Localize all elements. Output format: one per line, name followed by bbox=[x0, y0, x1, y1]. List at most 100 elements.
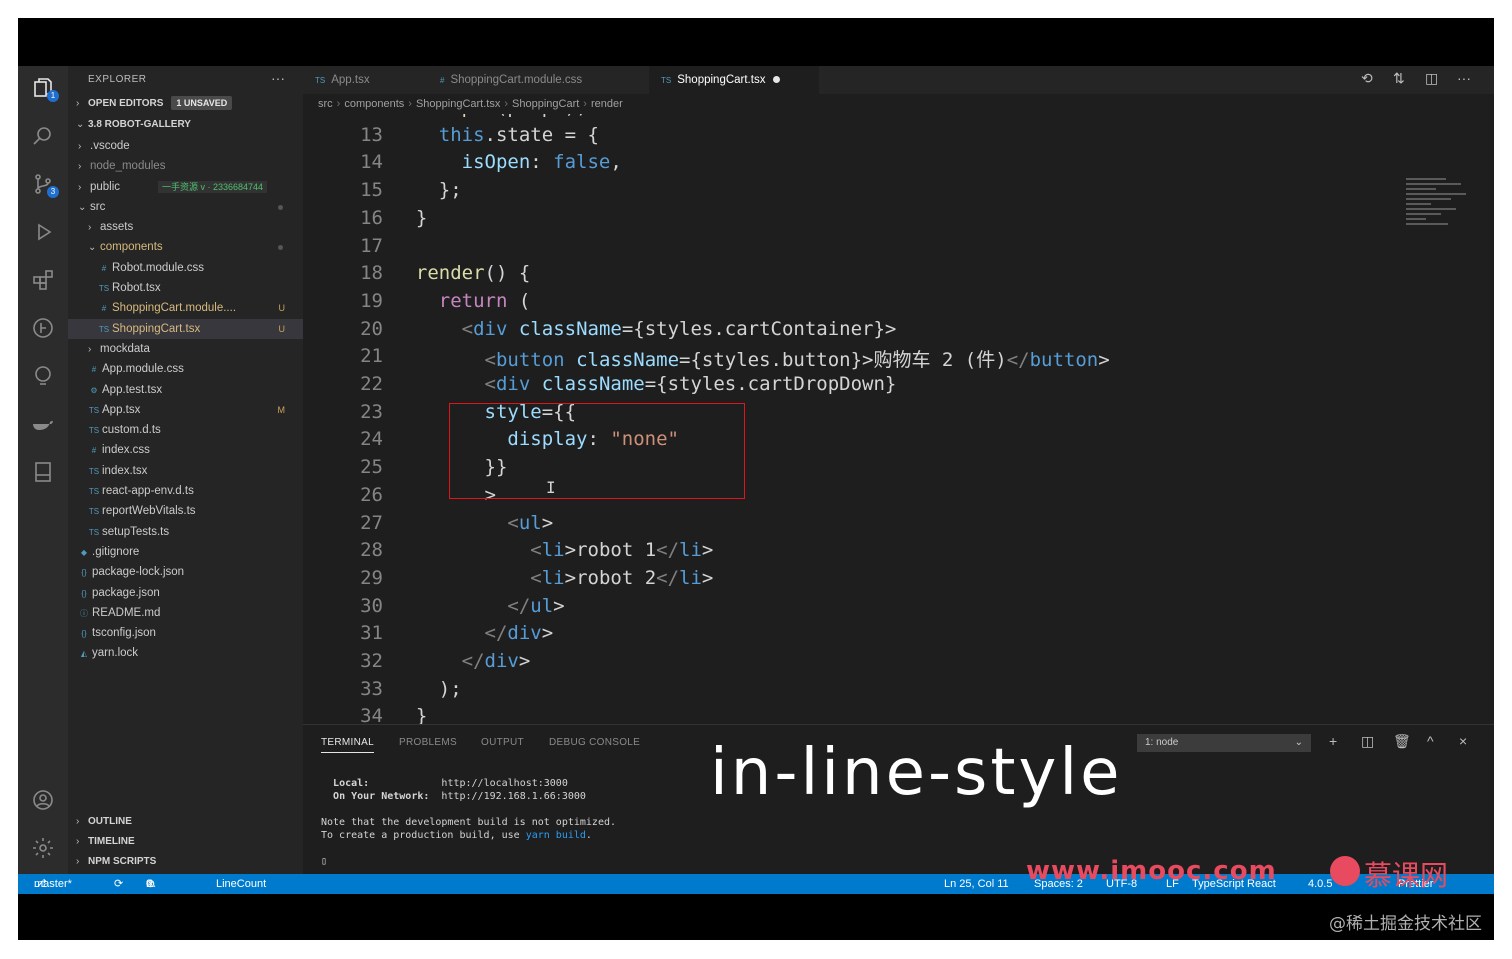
tree-item[interactable]: ⚙ App.test.tsx bbox=[68, 380, 303, 400]
breadcrumb-file[interactable]: ShoppingCart.tsx bbox=[416, 98, 500, 110]
tree-item[interactable]: {} tsconfig.json bbox=[68, 623, 303, 643]
timeline-section[interactable]: › TIMELINE bbox=[68, 832, 303, 852]
tree-item[interactable]: # index.css bbox=[68, 440, 303, 460]
tab-output[interactable]: OUTPUT bbox=[481, 737, 524, 748]
ts-version-status[interactable]: 4.0.5 bbox=[1308, 874, 1332, 894]
tree-item[interactable]: › assets bbox=[68, 217, 303, 237]
trash-icon[interactable]: 🗑 bbox=[1393, 733, 1411, 750]
code-line[interactable]: this.state = { bbox=[393, 124, 599, 146]
terminal-select[interactable]: 1: node ⌄ bbox=[1137, 734, 1311, 752]
code-line[interactable]: } bbox=[393, 705, 427, 724]
timeline-icon[interactable] bbox=[31, 316, 55, 340]
unsaved-count-badge: 1 bbox=[47, 90, 59, 102]
tree-item[interactable]: ◭ yarn.lock bbox=[68, 643, 303, 663]
ts-file-icon: TS bbox=[98, 284, 110, 294]
code-line[interactable]: <div className={styles.cartContainer}> bbox=[393, 318, 897, 340]
code-line[interactable]: <div className={styles.cartDropDown} bbox=[393, 373, 897, 395]
code-line[interactable]: <ul> bbox=[393, 512, 553, 534]
code-line[interactable]: </ul> bbox=[393, 595, 564, 617]
live-share-icon[interactable] bbox=[31, 364, 55, 388]
git-status-badge: U bbox=[278, 323, 286, 334]
tree-item[interactable]: TS App.tsx M bbox=[68, 400, 303, 420]
tree-item[interactable]: TS custom.d.ts bbox=[68, 420, 303, 440]
tree-item[interactable]: TS setupTests.ts bbox=[68, 522, 303, 542]
tree-item[interactable]: TS reportWebVitals.ts bbox=[68, 501, 303, 521]
json-file-icon: {} bbox=[81, 629, 87, 639]
tree-item[interactable]: {} package.json bbox=[68, 583, 303, 603]
chevron-right-icon: › bbox=[78, 141, 82, 152]
tree-item-label: index.tsx bbox=[102, 464, 148, 477]
chevron-right-icon: › bbox=[76, 836, 80, 847]
gear-icon[interactable] bbox=[31, 836, 55, 860]
extensions-icon[interactable] bbox=[31, 268, 55, 292]
tree-item[interactable]: TS ShoppingCart.tsx U bbox=[68, 318, 303, 339]
linecount-status[interactable]: LineCount bbox=[216, 874, 266, 894]
ts-file-icon: TS bbox=[88, 405, 100, 415]
tree-item[interactable]: # App.module.css bbox=[68, 359, 303, 379]
minimap[interactable] bbox=[1406, 178, 1476, 248]
search-icon[interactable] bbox=[31, 124, 55, 148]
account-icon[interactable] bbox=[31, 788, 55, 812]
code-line[interactable]: <li>robot 1</li> bbox=[393, 539, 713, 561]
code-line[interactable]: </div> bbox=[393, 622, 554, 644]
outline-section[interactable]: › OUTLINE bbox=[68, 812, 303, 832]
code-line[interactable]: <button className={styles.button}>购物车 2 … bbox=[393, 345, 1110, 372]
tree-item[interactable]: › mockdata bbox=[68, 339, 303, 359]
chevron-down-icon: ⌄ bbox=[78, 201, 87, 213]
code-line[interactable]: return ( bbox=[393, 290, 531, 312]
run-debug-icon[interactable] bbox=[31, 220, 55, 244]
cursor-position[interactable]: Ln 25, Col 11 bbox=[944, 874, 1009, 894]
tree-item[interactable]: # ShoppingCart.module.... U bbox=[68, 298, 303, 318]
tab-terminal[interactable]: TERMINAL bbox=[321, 737, 374, 753]
code-line[interactable]: }; bbox=[393, 179, 462, 201]
line-number: 34 bbox=[360, 705, 383, 724]
tab-app-tsx[interactable]: TS App.tsx bbox=[303, 66, 428, 94]
tree-item[interactable]: › .vscode bbox=[68, 136, 303, 156]
npm-scripts-section[interactable]: › NPM SCRIPTS bbox=[68, 852, 303, 872]
tab-problems[interactable]: PROBLEMS bbox=[399, 737, 457, 748]
tab-shoppingcart-module-css[interactable]: # ShoppingCart.module.css bbox=[428, 66, 648, 94]
compare-changes-icon[interactable]: ⇅ bbox=[1393, 70, 1405, 87]
tree-item[interactable]: ◆ .gitignore bbox=[68, 542, 303, 562]
more-actions-icon[interactable]: ··· bbox=[271, 70, 285, 86]
sync-icon[interactable]: ⟳ bbox=[114, 874, 123, 894]
new-terminal-icon[interactable]: + bbox=[1329, 733, 1337, 749]
tree-item[interactable]: TS index.tsx bbox=[68, 461, 303, 481]
breadcrumb-src[interactable]: src bbox=[318, 98, 333, 110]
code-line[interactable]: isOpen: false, bbox=[393, 151, 622, 173]
tree-item[interactable]: ⌄ components bbox=[68, 237, 303, 257]
source-control-icon[interactable]: 3 bbox=[31, 172, 59, 198]
more-actions-icon[interactable]: ··· bbox=[1457, 70, 1471, 86]
split-editor-icon[interactable]: ◫ bbox=[1425, 70, 1438, 87]
breadcrumb-method[interactable]: render bbox=[591, 98, 623, 110]
highlight-box bbox=[449, 403, 745, 499]
split-terminal-icon[interactable]: ◫ bbox=[1361, 733, 1374, 750]
breadcrumb-class[interactable]: ShoppingCart bbox=[512, 98, 579, 110]
project-section[interactable]: ⌄ 3.8 ROBOT-GALLERY bbox=[68, 115, 303, 135]
tab-debug-console[interactable]: DEBUG CONSOLE bbox=[549, 737, 640, 748]
tab-shoppingcart-tsx[interactable]: TS ShoppingCart.tsx bbox=[649, 66, 819, 94]
code-line[interactable]: </div> bbox=[393, 650, 531, 672]
terminal-output[interactable]: Local: http://localhost:3000 On Your Net… bbox=[321, 777, 616, 868]
tree-item[interactable]: › public 一手资源 v · 2336684744 bbox=[68, 177, 303, 197]
explorer-icon[interactable]: 1 bbox=[31, 76, 59, 102]
open-editors-section[interactable]: › OPEN EDITORS 1 UNSAVED bbox=[68, 94, 303, 114]
breadcrumb-components[interactable]: components bbox=[344, 98, 404, 110]
tree-item[interactable]: # Robot.module.css bbox=[68, 258, 303, 278]
history-icon[interactable]: ⟲ bbox=[1361, 70, 1373, 87]
tree-item[interactable]: TS react-app-env.d.ts bbox=[68, 481, 303, 501]
code-line[interactable]: ); bbox=[393, 678, 462, 700]
close-icon[interactable]: × bbox=[1459, 733, 1467, 749]
tree-item[interactable]: ⓘ README.md bbox=[68, 603, 303, 623]
code-line[interactable]: <li>robot 2</li> bbox=[393, 567, 713, 589]
tree-item[interactable]: ⌄ src bbox=[68, 197, 303, 217]
chevron-up-icon[interactable]: ^ bbox=[1427, 733, 1434, 749]
docker-icon[interactable] bbox=[31, 412, 55, 436]
code-line[interactable]: } bbox=[393, 207, 427, 229]
book-icon[interactable] bbox=[31, 460, 55, 484]
tree-item[interactable]: {} package-lock.json bbox=[68, 562, 303, 582]
code-line[interactable]: render() { bbox=[393, 262, 530, 284]
tree-item[interactable]: TS Robot.tsx bbox=[68, 278, 303, 298]
tree-item[interactable]: › node_modules bbox=[68, 156, 303, 176]
code-line[interactable]: super(props); bbox=[393, 114, 588, 118]
